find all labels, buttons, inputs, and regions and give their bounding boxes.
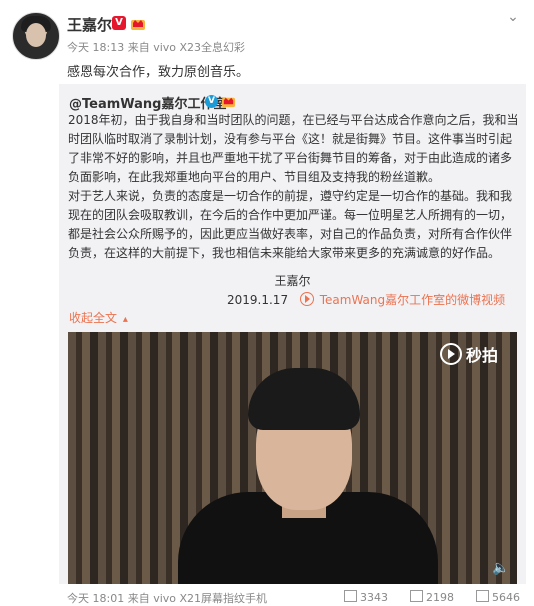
video-person-beanie xyxy=(248,368,360,430)
avatar[interactable] xyxy=(12,12,60,60)
play-circle-icon xyxy=(440,343,462,365)
post-from-label: 来自 xyxy=(127,41,150,54)
avatar-face xyxy=(26,23,46,47)
comment-count[interactable]: 2198 xyxy=(410,590,454,604)
comment-icon xyxy=(410,590,423,602)
repost-count[interactable]: 3343 xyxy=(344,590,388,604)
chevron-up-icon: ▴ xyxy=(122,314,128,325)
video-link-icon xyxy=(299,292,314,306)
video-link[interactable]: TeamWang嘉尔工作室的微博视频 xyxy=(320,293,505,307)
author-name[interactable]: 王嘉尔 xyxy=(67,14,112,35)
signature-date: 2019.1.17 xyxy=(227,293,289,307)
watermark-label: 秒拍 xyxy=(466,346,499,365)
volume-icon[interactable]: 🔈 xyxy=(492,560,509,576)
signature-line: 2019.1.17 TeamWang嘉尔工作室的微博视频 xyxy=(227,291,505,308)
repost-icon xyxy=(344,590,357,602)
verified-badge-icon: V xyxy=(112,16,126,30)
like-icon xyxy=(476,590,489,602)
vip-crown-icon xyxy=(131,20,145,30)
post-source[interactable]: vivo X23全息幻彩 xyxy=(153,41,245,54)
comment-count-value: 2198 xyxy=(426,591,454,604)
like-count-value: 5646 xyxy=(492,591,520,604)
signature-area: 王嘉尔 2019.1.17 TeamWang嘉尔工作室的微博视频 xyxy=(59,84,526,314)
post-meta: 今天 18:13 来自 vivo X23全息幻彩 xyxy=(67,39,245,55)
footer-meta: 今天 18:01 来自 vivo X21屏幕指纹手机 xyxy=(67,592,268,605)
video-player[interactable]: 秒拍 🔈 xyxy=(68,332,517,584)
post-text: 感恩每次合作，致力原创音乐。 xyxy=(67,65,250,80)
more-options-chevron-down-icon[interactable]: ⌄ xyxy=(505,10,521,24)
post-time[interactable]: 今天 18:13 xyxy=(67,41,124,54)
repost-count-value: 3343 xyxy=(360,591,388,604)
video-watermark: 秒拍 xyxy=(440,342,498,366)
like-count[interactable]: 5646 xyxy=(476,590,520,604)
signature-name: 王嘉尔 xyxy=(274,274,311,288)
post-footer: 今天 18:01 来自 vivo X21屏幕指纹手机 3343 2198 564… xyxy=(0,588,534,605)
